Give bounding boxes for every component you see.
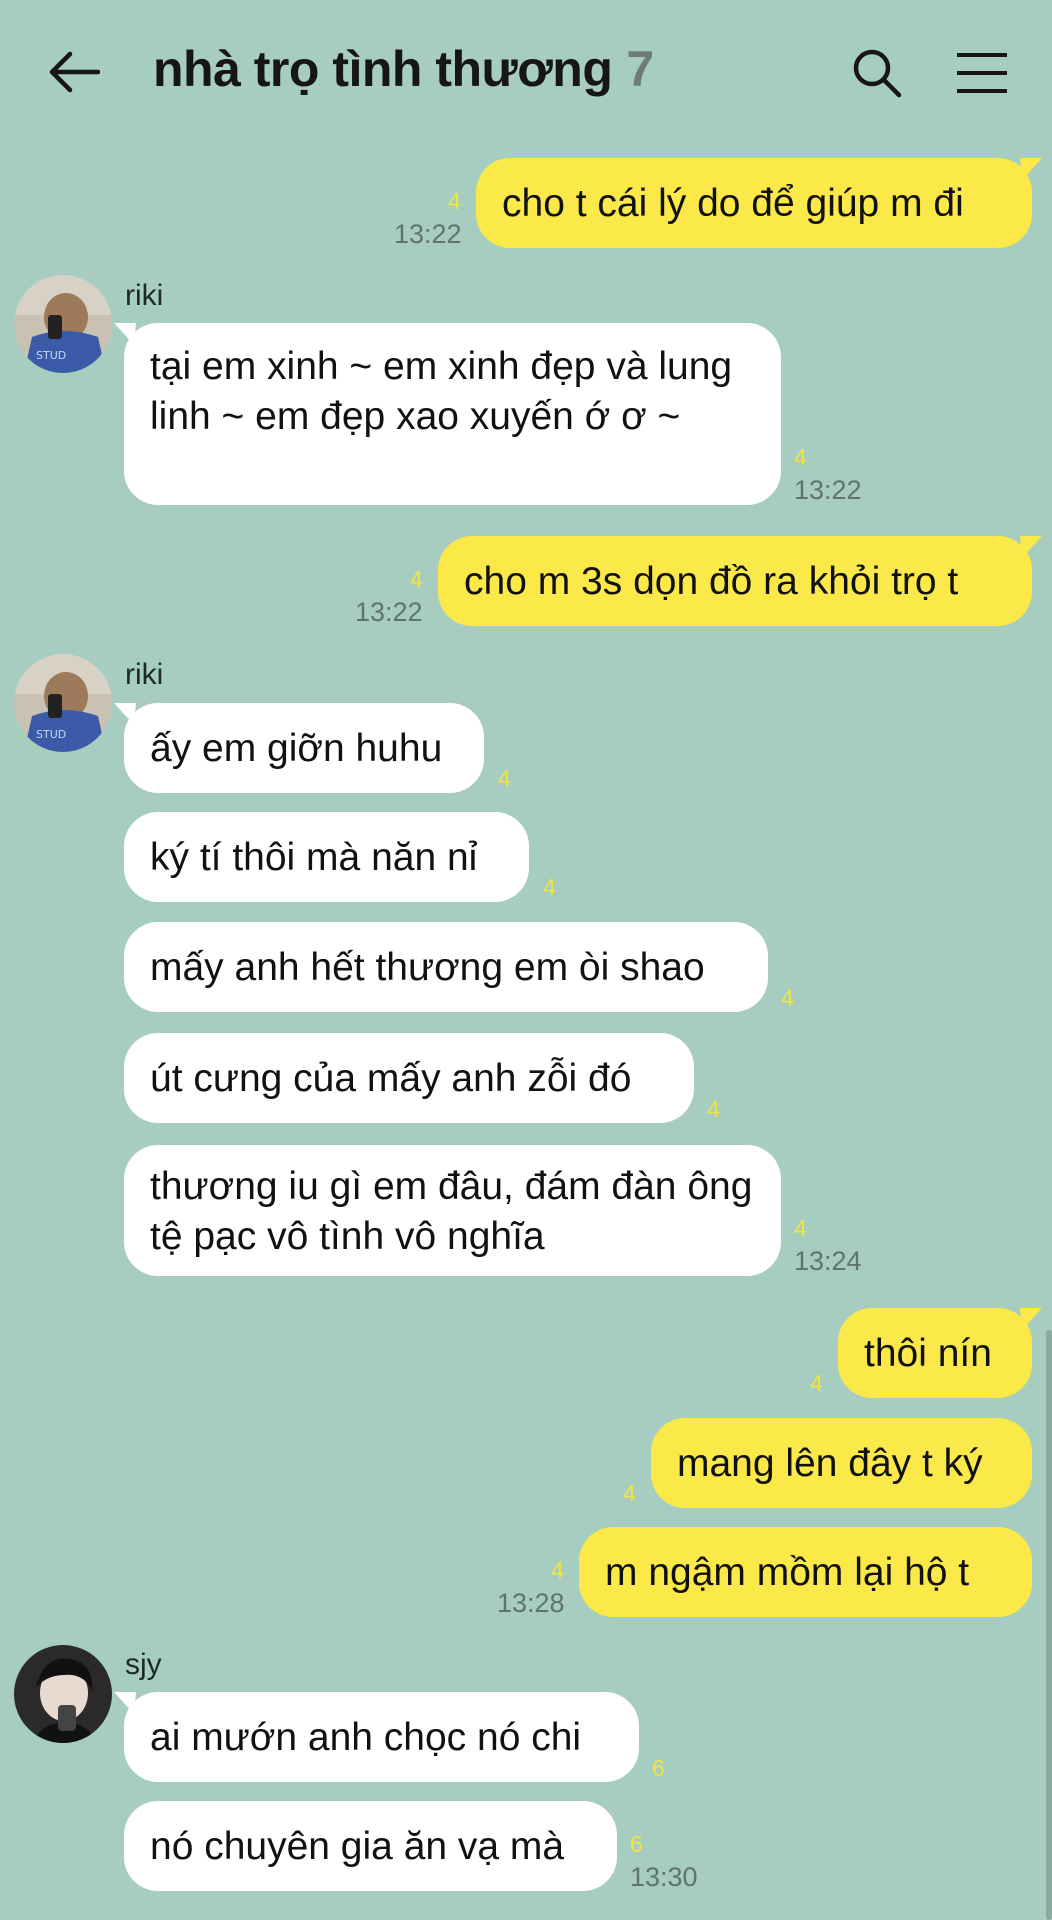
my-message-bubble[interactable]: m ngậm mồm lại hộ t [579, 1527, 1032, 1617]
avatar-sjy[interactable] [14, 1645, 112, 1743]
bubble-tail [114, 1692, 136, 1714]
unread-count: 4 [623, 1480, 636, 1506]
bubble-tail [1020, 158, 1042, 180]
my-message-bubble[interactable]: cho m 3s dọn đồ ra khỏi trọ t [438, 536, 1032, 626]
message-time: 13:28 [497, 1588, 565, 1618]
message-text: ký tí thôi mà năn nỉ [150, 835, 478, 879]
avatar-image: STUD [14, 275, 112, 373]
message-text: ấy em giỡn huhu [150, 726, 443, 770]
my-message-bubble[interactable]: mang lên đây t ký [651, 1418, 1032, 1508]
message-time: 13:22 [394, 219, 462, 249]
message-text: thôi nín [864, 1331, 992, 1375]
unread-count: 4 [551, 1557, 564, 1583]
unread-count: 4 [498, 765, 511, 791]
message-text: út cưng của mấy anh zỗi đó [150, 1056, 632, 1100]
message-time: 13:22 [794, 475, 862, 505]
message-text: cho t cái lý do để giúp m đi [502, 181, 964, 225]
bubble-tail [114, 703, 136, 725]
unread-count: 4 [810, 1370, 823, 1396]
other-message-bubble[interactable]: mấy anh hết thương em òi shao [124, 922, 768, 1012]
svg-text:STUD: STUD [36, 349, 66, 362]
message-time: 13:24 [794, 1246, 862, 1276]
other-message-bubble[interactable]: út cưng của mấy anh zỗi đó [124, 1033, 694, 1123]
sender-name: riki [125, 279, 164, 312]
svg-text:STUD: STUD [36, 728, 66, 741]
message-text: mang lên đây t ký [677, 1441, 983, 1485]
message-text: m ngậm mồm lại hộ t [605, 1550, 970, 1594]
message-text: thương iu gì em đâu, đám đàn ông tệ pạc … [150, 1165, 753, 1258]
my-message-bubble[interactable]: thôi nín [838, 1308, 1032, 1398]
unread-count: 4 [410, 566, 423, 592]
bubble-tail [1020, 536, 1042, 558]
avatar-riki[interactable]: STUD [14, 275, 112, 373]
message-text: mấy anh hết thương em òi shao [150, 945, 705, 989]
scrollbar[interactable] [1046, 1330, 1052, 1920]
message-text: tại em xinh ~ em xinh đẹp và lung linh ~… [150, 345, 733, 438]
unread-count: 6 [630, 1831, 643, 1857]
avatar-image: STUD [14, 654, 112, 752]
message-text: ai mướn anh chọc nó chi [150, 1715, 582, 1759]
message-text: nó chuyên gia ăn vạ mà [150, 1824, 565, 1868]
unread-count: 4 [543, 874, 556, 900]
other-message-bubble[interactable]: ấy em giỡn huhu [124, 703, 484, 793]
unread-count: 4 [794, 1215, 807, 1241]
other-message-bubble[interactable]: thương iu gì em đâu, đám đàn ông tệ pạc … [124, 1145, 781, 1276]
unread-count: 4 [448, 188, 461, 214]
sender-name: sjy [125, 1648, 162, 1681]
unread-count: 4 [707, 1096, 720, 1122]
unread-count: 4 [794, 444, 807, 470]
other-message-bubble[interactable]: ký tí thôi mà năn nỉ [124, 812, 529, 902]
avatar-image [14, 1645, 112, 1743]
unread-count: 4 [781, 985, 794, 1011]
bubble-tail [1020, 1308, 1042, 1330]
message-list[interactable]: cho t cái lý do để giúp m đi 4 13:22 STU… [0, 0, 1052, 1920]
message-text: cho m 3s dọn đồ ra khỏi trọ t [464, 559, 959, 603]
sender-name: riki [125, 658, 164, 691]
my-message-bubble[interactable]: cho t cái lý do để giúp m đi [476, 158, 1032, 248]
unread-count: 6 [652, 1755, 665, 1781]
avatar-riki[interactable]: STUD [14, 654, 112, 752]
message-time: 13:22 [355, 597, 423, 627]
other-message-bubble[interactable]: ai mướn anh chọc nó chi [124, 1692, 639, 1782]
bubble-tail [114, 323, 136, 345]
message-time: 13:30 [630, 1862, 698, 1892]
other-message-bubble[interactable]: tại em xinh ~ em xinh đẹp và lung linh ~… [124, 323, 781, 505]
other-message-bubble[interactable]: nó chuyên gia ăn vạ mà [124, 1801, 617, 1891]
